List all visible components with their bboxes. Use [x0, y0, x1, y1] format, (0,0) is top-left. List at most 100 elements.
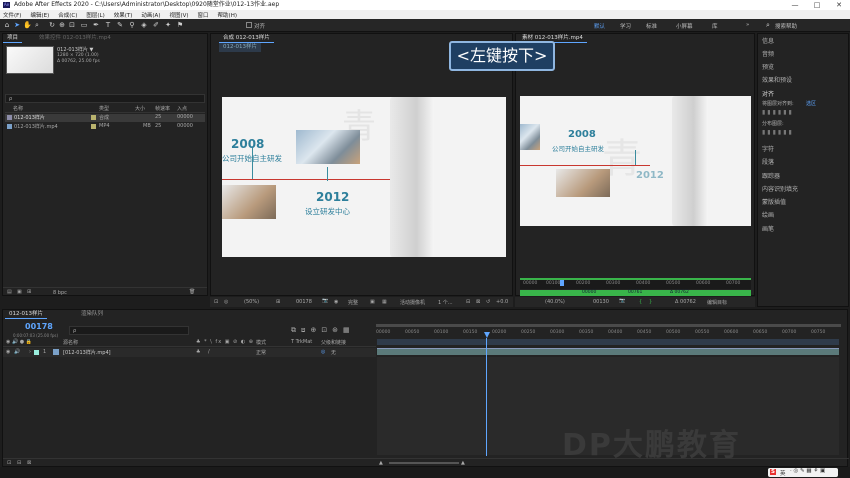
reset-exposure-icon[interactable]: ↺	[486, 299, 490, 305]
eraser-tool-icon[interactable]: ◈	[140, 21, 148, 29]
audio-icon[interactable]: 🔊	[14, 349, 20, 355]
menu-window[interactable]: 窗口	[198, 11, 209, 19]
panel-paragraph[interactable]: 段落	[762, 157, 774, 166]
menu-animation[interactable]: 动画(A)	[141, 11, 160, 19]
panel-tracker[interactable]: 跟踪器	[762, 171, 780, 180]
label-color-icon[interactable]	[91, 124, 96, 129]
flowchart-icon[interactable]: ⊠	[476, 299, 480, 305]
quality-switch-icon[interactable]: /	[208, 349, 210, 355]
menu-composition[interactable]: 合成(C)	[58, 11, 77, 19]
menu-effect[interactable]: 效果(T)	[114, 11, 133, 19]
align-target-dropdown[interactable]: 选区	[806, 100, 816, 107]
exposure-value[interactable]: +0.0	[496, 299, 508, 305]
zoom-tool-icon[interactable]: ⌕	[33, 21, 41, 29]
table-row[interactable]: 012-013样片.mp4 MP4 MB 25 00000	[5, 123, 205, 131]
rotate-tool-icon[interactable]: ↻	[48, 21, 56, 29]
col-fps[interactable]: 帧速率	[155, 105, 170, 112]
ime-mode[interactable]: 英	[780, 469, 786, 477]
workspace-learn[interactable]: 学习	[620, 22, 631, 30]
layer-parent-dropdown[interactable]: 无	[331, 349, 336, 356]
snapshot-icon[interactable]: ◎	[224, 299, 228, 305]
puppet-tool-icon[interactable]: ✦	[164, 21, 172, 29]
pan-behind-tool-icon[interactable]: ⊡	[68, 21, 76, 29]
interpret-footage-icon[interactable]: ▤	[7, 289, 12, 295]
layer-mode-dropdown[interactable]: 正常	[256, 349, 266, 356]
timeline-search-input[interactable]: ρ	[69, 326, 189, 335]
puppet-pin-icon[interactable]: ⚑	[176, 21, 184, 29]
set-in-icon[interactable]: {	[639, 299, 642, 305]
menu-help[interactable]: 帮助(H)	[218, 11, 237, 19]
col-trkmat[interactable]: T TrkMat	[291, 339, 312, 345]
layer-name[interactable]: [012-013样片.mp4]	[63, 349, 111, 356]
camera-snapshot-icon[interactable]: 📷	[322, 298, 328, 304]
type-tool-icon[interactable]: T	[104, 21, 112, 29]
tab-render-queue[interactable]: 渲染队列	[77, 310, 107, 319]
align-buttons[interactable]: ▮▮▮▮▮▮	[762, 109, 846, 117]
table-row[interactable]: ◉ 🔊 › 1 [012-013样片.mp4] ♣ / 正常 ◎ 无	[3, 348, 376, 357]
tab-project[interactable]: 项目	[3, 34, 23, 43]
ime-toolbar[interactable]: S 英 · ◎ ✎ ▦ ⚘ ▣	[768, 468, 838, 477]
tab-timeline-comp[interactable]: 012-013样片	[5, 310, 47, 319]
new-comp-icon[interactable]: ⊞	[27, 289, 31, 295]
panel-info[interactable]: 信息	[762, 36, 774, 45]
fit-icon[interactable]: ⊞	[276, 299, 280, 305]
timeline-switches[interactable]: ⧉⧈⊕⊡⊛▦	[291, 326, 355, 335]
menu-view[interactable]: 视图(V)	[169, 11, 188, 19]
bpc-label[interactable]: 8 bpc	[53, 290, 67, 296]
col-size[interactable]: 大小	[135, 105, 145, 112]
layer-duration-bar[interactable]	[377, 348, 839, 355]
label-color-icon[interactable]	[91, 115, 96, 120]
maximize-button[interactable]: □	[806, 0, 828, 10]
workspace-library[interactable]: 库	[712, 22, 718, 30]
home-icon[interactable]: ⌂	[3, 21, 11, 29]
sogou-icon[interactable]: S	[770, 469, 776, 475]
col-source-name[interactable]: 源名称	[63, 339, 78, 346]
time-navigator[interactable]	[376, 324, 841, 327]
camera-tool-icon[interactable]: ⊕	[58, 21, 66, 29]
shape-tool-icon[interactable]: ▭	[80, 21, 88, 29]
set-out-icon[interactable]: }	[649, 299, 652, 305]
comp-current-time[interactable]: 00178	[296, 299, 312, 305]
footage-in-out-bar[interactable]: 00000 00761 Δ 00762	[520, 290, 751, 296]
footage-snapshot-icon[interactable]: 📷	[619, 298, 625, 304]
visibility-icon[interactable]: ◉	[6, 349, 10, 355]
transfer-controls-icon[interactable]: ⊠	[27, 460, 31, 466]
workspace-more[interactable]: »	[746, 22, 749, 28]
new-folder-icon[interactable]: ▣	[17, 289, 22, 295]
panel-content-aware-fill[interactable]: 内容识别填充	[762, 184, 798, 193]
panel-character[interactable]: 字符	[762, 144, 774, 153]
timeline-ruler[interactable]: 00000 00050 00100 00150 00200 00250 0030…	[376, 324, 841, 338]
tab-composition[interactable]: 合成 012-013样片	[219, 34, 274, 43]
shy-switch-icon[interactable]: ♣	[196, 349, 200, 355]
col-type[interactable]: 类型	[99, 105, 109, 112]
layer-switches-toggle-icon[interactable]: ⊟	[17, 460, 21, 466]
distribute-buttons[interactable]: ▮▮▮▮▮▮	[762, 129, 846, 137]
expand-icon[interactable]: ›	[29, 349, 31, 355]
col-mode[interactable]: 模式	[256, 339, 266, 346]
workspace-standard[interactable]: 标准	[646, 22, 657, 30]
col-name[interactable]: 名称	[13, 105, 23, 112]
panel-mask-interpolation[interactable]: 蒙版插值	[762, 197, 786, 206]
panel-preview[interactable]: 预览	[762, 62, 774, 71]
workspace-default[interactable]: 默认	[594, 22, 605, 30]
search-help-icon[interactable]: ⌕	[764, 21, 772, 29]
timeline-zoom-slider[interactable]	[389, 462, 459, 464]
footage-playhead[interactable]	[560, 280, 564, 286]
panel-align[interactable]: 对齐	[762, 89, 774, 98]
project-search-input[interactable]: ρ	[5, 94, 205, 103]
table-row[interactable]: 012-013样片 合成 25 00000	[5, 114, 205, 122]
panel-brushes[interactable]: 画笔	[762, 224, 774, 233]
search-help-input[interactable]: 搜索帮助	[775, 22, 797, 30]
roto-brush-tool-icon[interactable]: ✐	[152, 21, 160, 29]
zoom-in-icon[interactable]: ▲	[461, 460, 465, 466]
panel-effects-presets[interactable]: 效果和预设	[762, 75, 792, 84]
panel-paint[interactable]: 绘画	[762, 210, 774, 219]
toggle-icon[interactable]: ⊟	[466, 299, 470, 305]
panel-audio[interactable]: 音频	[762, 49, 774, 58]
work-area-bar[interactable]	[377, 339, 839, 345]
timeline-timecode[interactable]: 00178	[25, 322, 53, 331]
footage-current-time[interactable]: 00130	[593, 299, 609, 305]
zoom-dropdown[interactable]: (50%)	[244, 299, 259, 305]
comp-breadcrumb[interactable]: 012-013样片	[219, 43, 261, 52]
snap-checkbox[interactable]	[246, 22, 252, 28]
